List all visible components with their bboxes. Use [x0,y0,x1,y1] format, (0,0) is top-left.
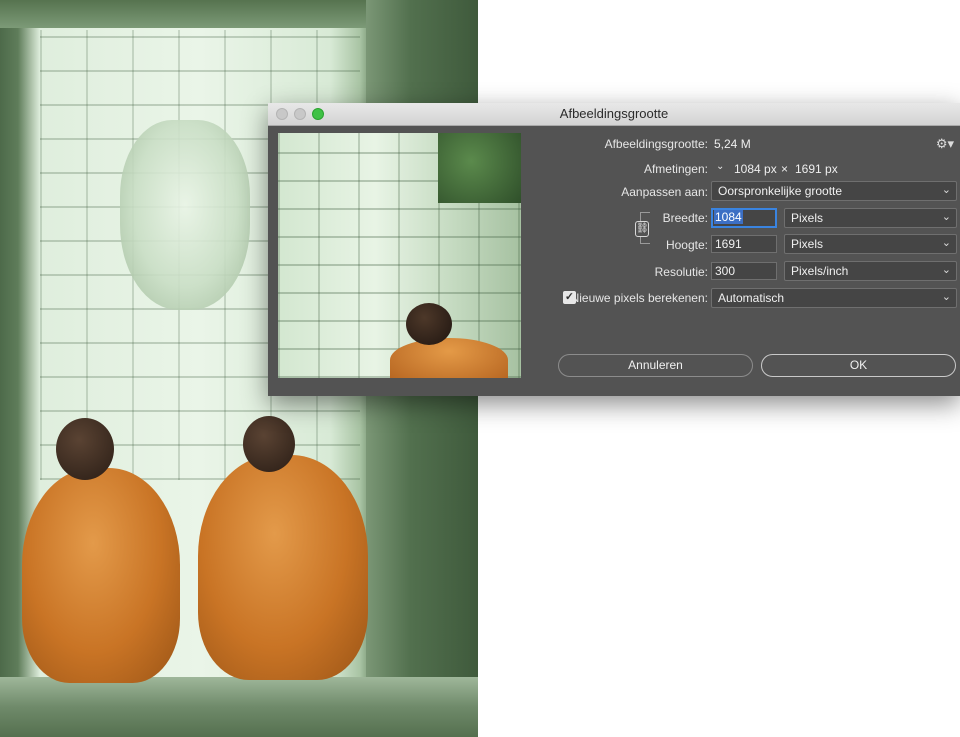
fit-to-select[interactable]: Oorspronkelijke grootte ⌄ [711,181,957,201]
chevron-down-icon[interactable]: ⌄ [716,161,728,173]
ok-button[interactable]: OK [761,354,956,377]
resolution-label: Resolutie: [654,265,708,279]
width-value: 1084 [714,210,743,224]
dialog-titlebar[interactable]: Afbeeldingsgrootte [268,103,960,126]
height-unit-value: Pixels [791,237,824,251]
gear-icon[interactable]: ⚙▾ [936,136,954,152]
width-unit-select[interactable]: Pixels ⌄ [784,208,957,228]
resolution-unit-value: Pixels/inch [791,264,849,278]
link-icon[interactable]: ⛓ [635,221,649,237]
chevron-down-icon: ⌄ [941,211,951,223]
resample-value: Automatisch [718,291,785,305]
chevron-down-icon: ⌄ [941,291,951,303]
resolution-value: 300 [715,264,736,278]
image-size-value: 5,24 M [714,137,751,151]
photo-window-sill [0,677,478,737]
resample-label: Nieuwe pixels berekenen: [570,291,708,305]
dimensions-label: Afmetingen: [643,162,708,176]
dimensions-width: 1084 px [734,162,777,176]
width-field[interactable]: 1084 [711,208,777,228]
height-unit-select[interactable]: Pixels ⌄ [784,234,957,254]
preview-monk-robe [390,338,508,378]
photo-monk-right-head [243,416,295,472]
photo-monk-left-head [56,418,114,480]
preview-foliage [438,133,521,203]
width-label: Breedte: [662,211,708,225]
dimensions-separator: × [781,162,789,176]
photo-monk-right [198,455,368,680]
chevron-down-icon: ⌄ [941,264,951,276]
fit-to-label: Aanpassen aan: [621,185,708,199]
image-preview[interactable] [278,133,521,378]
cancel-button[interactable]: Annuleren [558,354,753,377]
chevron-down-icon: ⌄ [941,184,951,196]
fit-to-value: Oorspronkelijke grootte [718,184,843,198]
height-value: 1691 [715,237,742,251]
dimensions-height: 1691 px [795,162,838,176]
resolution-field[interactable]: 300 [711,262,777,280]
resolution-unit-select[interactable]: Pixels/inch ⌄ [784,261,957,281]
photo-monk-left [22,468,180,683]
image-size-label: Afbeeldingsgrootte: [604,137,708,151]
height-field[interactable]: 1691 [711,235,777,253]
height-label: Hoogte: [665,238,708,252]
width-unit-value: Pixels [791,211,824,225]
dialog-title: Afbeeldingsgrootte [559,106,669,121]
photo-stone-face [120,120,250,310]
resample-select[interactable]: Automatisch ⌄ [711,288,957,308]
preview-monk-head [406,303,452,345]
chevron-down-icon: ⌄ [941,237,951,249]
image-size-dialog: Afbeeldingsgrootte ⚙▾ Afbeeldingsgrootte… [268,103,960,396]
